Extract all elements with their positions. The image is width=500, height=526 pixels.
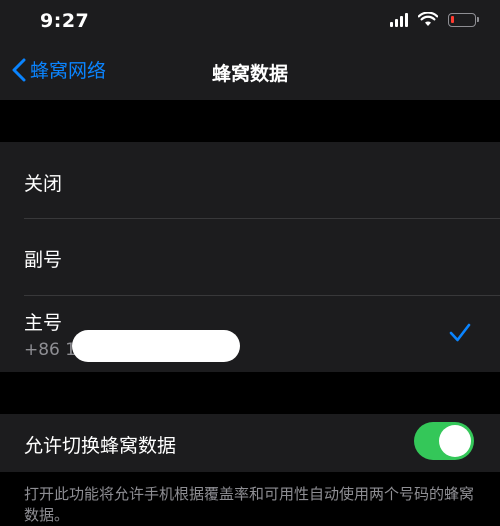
page-title: 蜂窝数据 xyxy=(211,63,288,85)
option-label: 关闭 xyxy=(24,173,63,195)
status-icons xyxy=(390,12,479,27)
redaction-mask xyxy=(72,330,240,362)
option-label: 副号 xyxy=(24,249,63,271)
option-row-primary[interactable]: 主号 +86 1 xyxy=(0,296,500,372)
navigation-bar: 蜂窝网络 蜂窝数据 xyxy=(0,44,500,100)
battery-icon xyxy=(448,12,479,27)
allow-switching-toggle[interactable] xyxy=(414,422,474,460)
phone-number: +86 1 xyxy=(24,340,77,360)
switch-label: 允许切换蜂窝数据 xyxy=(24,435,177,457)
section-spacer xyxy=(0,100,500,142)
battery-level-fill xyxy=(451,15,454,23)
option-row-secondary[interactable]: 副号 xyxy=(0,219,500,295)
section-spacer xyxy=(0,372,500,414)
cellular-signal-icon xyxy=(390,12,408,27)
wifi-icon xyxy=(418,12,438,26)
status-bar: 9:27 xyxy=(0,0,500,44)
status-time: 9:27 xyxy=(40,10,90,32)
checkmark-icon xyxy=(449,323,471,342)
option-row-off[interactable]: 关闭 xyxy=(0,142,500,218)
toggle-knob xyxy=(439,425,471,457)
footer-note: 打开此功能将允许手机根据覆盖率和可用性自动使用两个号码的蜂窝数据。 xyxy=(24,485,475,524)
option-label: 主号 xyxy=(24,312,63,334)
